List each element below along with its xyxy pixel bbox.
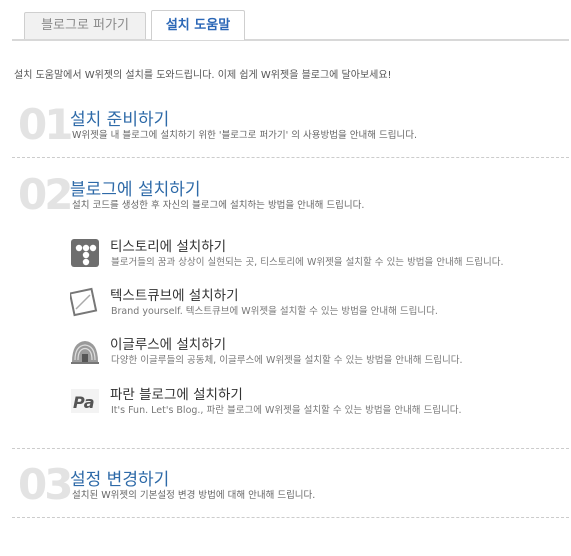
step-description: 설치된 W위젯의 기본설정 변경 방법에 대해 안내해 드립니다. — [72, 490, 316, 501]
separator — [12, 448, 569, 449]
textcube-icon — [70, 287, 98, 317]
platform-item-egloos[interactable]: 이글루스에 설치하기 다양한 이글루들의 공동체, 이글루스에 W위젯을 설치할… — [70, 334, 560, 374]
platform-title: 텍스트큐브에 설치하기 — [110, 288, 239, 304]
tistory-icon — [71, 239, 99, 267]
tab-install-help[interactable]: 설치 도움말 — [151, 10, 245, 40]
tab-share-to-blog[interactable]: 블로그로 퍼가기 — [24, 12, 146, 39]
platform-title: 이글루스에 설치하기 — [110, 337, 227, 353]
step-number: 01 — [18, 100, 73, 149]
tab-underline — [12, 39, 569, 41]
svg-text:Pa: Pa — [73, 393, 95, 412]
step-description: W위젯을 내 블로그에 설치하기 위한 '블로그로 퍼가기' 의 사용방법을 안… — [72, 130, 417, 141]
tab-bar: 블로그로 퍼가기 설치 도움말 — [0, 0, 571, 41]
egloos-icon — [71, 341, 99, 364]
platform-description: It's Fun. Let's Blog., 파란 블로그에 W위젯을 설치할 … — [111, 405, 462, 416]
platform-item-tistory[interactable]: 티스토리에 설치하기 블로거들의 꿈과 상상이 실현되는 곳, 티스토리에 W위… — [70, 236, 560, 276]
separator — [12, 157, 569, 158]
platform-item-paran[interactable]: Pa 파란 블로그에 설치하기 It's Fun. Let's Blog., 파… — [70, 384, 560, 424]
platform-item-textcube[interactable]: 텍스트큐브에 설치하기 Brand yourself. 텍스트큐브에 W위젯을 … — [70, 285, 560, 325]
step-description: 설치 코드를 생성한 후 자신의 블로그에 설치하는 방법을 안내해 드립니다. — [72, 200, 365, 211]
platform-title: 파란 블로그에 설치하기 — [110, 387, 243, 403]
step-number: 02 — [18, 170, 73, 219]
platform-title: 티스토리에 설치하기 — [110, 239, 227, 255]
separator — [12, 517, 569, 518]
paran-icon: Pa — [71, 389, 99, 413]
step-number: 03 — [18, 460, 73, 509]
platform-description: 다양한 이글루들의 공동체, 이글루스에 W위젯을 설치할 수 있는 방법을 안… — [111, 355, 463, 366]
platform-description: 블로거들의 꿈과 상상이 실현되는 곳, 티스토리에 W위젯을 설치할 수 있는… — [111, 257, 504, 268]
intro-text: 설치 도움말에서 W위젯의 설치를 도와드립니다. 이제 쉽게 W위젯을 블로그… — [14, 70, 392, 81]
platform-description: Brand yourself. 텍스트큐브에 W위젯을 설치할 수 있는 방법을… — [111, 306, 438, 317]
